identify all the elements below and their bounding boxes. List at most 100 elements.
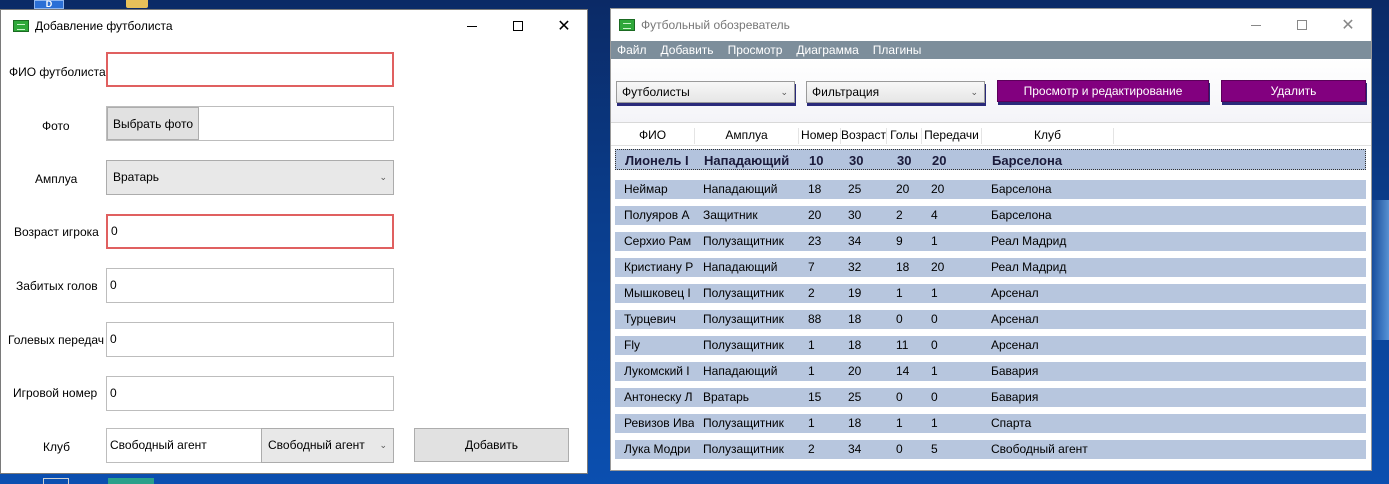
minimize-button[interactable] [449,10,495,42]
table-row[interactable]: Турцевич Полузащитник 88 18 0 0 Арсенал [615,310,1366,329]
cell-club: Спарта [991,416,1032,430]
cell-age: 25 [848,390,862,404]
app-icon [619,19,635,31]
club-select-value: Свободный агент [268,438,365,452]
menu-file[interactable]: Файл [617,43,647,57]
cell-number: 7 [808,260,815,274]
cell-number: 23 [808,234,822,248]
cell-number: 1 [808,416,815,430]
club-label: Клуб [43,440,70,454]
menu-view[interactable]: Просмотр [728,43,783,57]
cell-assists: 0 [931,390,938,404]
add-player-titlebar[interactable]: Добавление футболиста ✕ [1,10,587,42]
role-select-value: Вратарь [113,170,160,184]
menu-chart[interactable]: Диаграмма [796,43,858,57]
club-input[interactable]: Свободный агент [106,428,262,463]
delete-button[interactable]: Удалить [1221,80,1366,102]
cell-role: Полузащитник [703,338,784,352]
table-row[interactable]: Антонеску Л Вратарь 15 25 0 0 Бавария [615,388,1366,407]
cell-age: 18 [848,416,862,430]
maximize-icon [1297,20,1307,30]
table-row[interactable]: Fly Полузащитник 1 18 11 0 Арсенал [615,336,1366,355]
filter-select[interactable]: Фильтрация ⌄ [806,81,985,103]
browser-titlebar[interactable]: Футбольный обозреватель ✕ [611,9,1371,41]
assists-label: Голевых передач [8,333,105,347]
cell-name: Лукомский I [624,364,690,378]
close-button[interactable]: ✕ [1325,9,1371,41]
view-edit-button[interactable]: Просмотр и редактирование [997,80,1209,102]
cell-role: Защитник [703,208,758,222]
maximize-button[interactable] [1279,9,1325,41]
cell-number: 15 [808,390,822,404]
number-input[interactable]: 0 [106,376,394,411]
cell-age: 30 [849,153,864,168]
close-icon: ✕ [1341,17,1355,34]
cell-club: Свободный агент [991,442,1088,456]
goals-input[interactable]: 0 [106,268,394,303]
table-row[interactable]: Полуяров А Защитник 20 30 2 4 Барселона [615,206,1366,225]
menu-plugins[interactable]: Плагины [873,43,922,57]
cell-name: Полуяров А [624,208,690,222]
cell-assists: 20 [931,182,945,196]
cell-goals: 14 [896,364,910,378]
players-grid: ФИО Амплуа Номер Возраст Голы Передачи К… [611,124,1371,459]
desktop-monitor-icon[interactable] [43,478,69,484]
column-header-name[interactable]: ФИО [611,128,695,144]
cell-club: Реал Мадрид [991,260,1067,274]
cell-name: Серхио Рам [624,234,692,248]
desktop-app-shortcut-icon[interactable]: D [34,0,64,9]
cell-name: Антонеску Л [624,390,693,404]
club-select[interactable]: Свободный агент ⌄ [261,428,394,463]
cell-goals: 9 [896,234,903,248]
column-header-number[interactable]: Номер [799,128,841,144]
minimize-button[interactable] [1233,9,1279,41]
close-button[interactable]: ✕ [541,10,587,42]
cell-assists: 4 [931,208,938,222]
cell-goals: 11 [896,338,909,352]
desktop-folder-icon[interactable] [126,0,148,8]
age-input[interactable]: 0 [106,214,394,249]
name-label: ФИО футболиста [9,65,106,79]
cell-role: Нападающий [703,260,778,274]
number-label: Игровой номер [13,386,98,400]
name-input[interactable] [106,52,394,87]
cell-goals: 20 [896,182,910,196]
table-row[interactable]: Неймар Нападающий 18 25 20 20 Барселона [615,180,1366,199]
cell-assists: 0 [931,312,938,326]
table-row[interactable]: Лукомский I Нападающий 1 20 14 1 Бавария [615,362,1366,381]
column-header-age[interactable]: Возраст [841,128,887,144]
maximize-icon [513,21,523,31]
cell-assists: 1 [931,286,938,300]
chevron-down-icon: ⌄ [379,440,387,450]
cell-age: 32 [848,260,862,274]
column-header-role[interactable]: Амплуа [695,128,799,144]
role-select[interactable]: Вратарь ⌄ [106,160,394,195]
choose-photo-button[interactable]: Выбрать фото [107,107,199,140]
column-header-goals[interactable]: Голы [887,128,922,144]
table-row[interactable]: Серхио Рам Полузащитник 23 34 9 1 Реал Мадрид [615,232,1366,251]
cell-role: Полузащитник [703,286,784,300]
cell-assists: 1 [931,416,938,430]
table-row[interactable]: Кристиану Р Нападающий 7 32 18 20 Реал Мадрид [615,258,1366,277]
maximize-button[interactable] [495,10,541,42]
cell-club: Барселона [991,208,1052,222]
table-row[interactable]: Мышковец I Полузащитник 2 19 1 1 Арсенал [615,284,1366,303]
table-row[interactable]: Ревизов Ива Полузащитник 1 18 1 1 Спарта [615,414,1366,433]
cell-age: 25 [848,182,862,196]
assists-input[interactable]: 0 [106,322,394,357]
menu-add[interactable]: Добавить [661,43,714,57]
add-player-button[interactable]: Добавить [414,428,569,462]
minimize-icon [467,25,477,27]
entity-type-select[interactable]: Футболисты ⌄ [616,81,795,103]
desktop-app-icon[interactable] [108,478,154,484]
table-row[interactable]: Лука Модри Полузащитник 2 34 0 5 Свободный аге… [615,440,1366,459]
table-row-selected[interactable]: Лионель I Нападающий 10 30 30 20 Барселона [615,149,1366,170]
cell-assists: 0 [931,338,938,352]
cell-assists: 5 [931,442,938,456]
minimize-icon [1251,24,1261,26]
column-header-assists[interactable]: Передачи [922,128,982,144]
cell-role: Полузащитник [703,416,784,430]
cell-name: Ревизов Ива [624,416,694,430]
chevron-down-icon: ⌄ [780,87,788,97]
column-header-club[interactable]: Клуб [982,128,1114,144]
